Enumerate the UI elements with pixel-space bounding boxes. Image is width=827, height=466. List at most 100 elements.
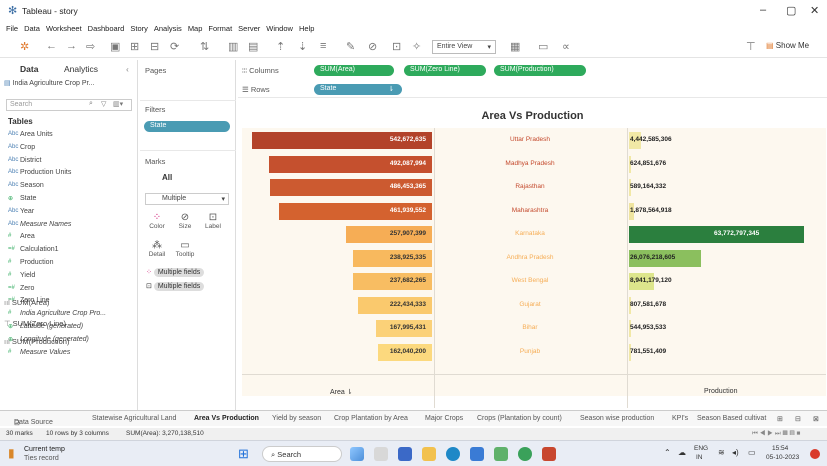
app-icon-edge[interactable] bbox=[446, 447, 460, 461]
chart-icon[interactable]: ▥ bbox=[228, 40, 238, 53]
state-label[interactable]: Rajasthan bbox=[435, 183, 625, 190]
field-item[interactable]: Abc Production Units bbox=[8, 169, 136, 182]
datasource-item[interactable]: ▤ India Agriculture Crop Pr... bbox=[4, 79, 136, 93]
field-item[interactable]: # Area bbox=[8, 233, 136, 246]
app-icon-teams[interactable] bbox=[398, 447, 412, 461]
tab-crops-count[interactable]: Crops (Plantation by count) bbox=[477, 415, 562, 422]
group-icon[interactable]: ▤ bbox=[248, 40, 258, 53]
volume-icon[interactable]: ◂) bbox=[732, 448, 739, 457]
windows-start-icon[interactable]: ⊞ bbox=[238, 446, 249, 462]
tab-kpis[interactable]: KPI's bbox=[672, 415, 688, 422]
field-item[interactable]: =# Calculation1 bbox=[8, 246, 136, 259]
search-input[interactable]: Search ⌕ ▽ ▥▾ bbox=[6, 99, 132, 111]
field-item[interactable]: Abc Season bbox=[8, 182, 136, 195]
pagination-controls[interactable]: ⏮ ◀ ▶ ⏭ ▦ ▤ ■ bbox=[752, 430, 800, 438]
column-pill-zero-line[interactable]: SUM(Zero Line) bbox=[404, 65, 486, 76]
state-label[interactable]: Madhya Pradesh bbox=[435, 160, 625, 167]
field-item[interactable]: Abc District bbox=[8, 157, 136, 170]
menu-format[interactable]: Format bbox=[208, 24, 232, 33]
column-pill-area[interactable]: SUM(Area) bbox=[314, 65, 394, 76]
menu-story[interactable]: Story bbox=[130, 24, 148, 33]
sort-icon[interactable]: ≡ bbox=[320, 40, 326, 52]
cloud-icon[interactable]: ☁ bbox=[678, 448, 686, 457]
new-sheet-icon[interactable]: ⊞ bbox=[130, 40, 139, 53]
sort-asc-icon[interactable]: ⇡ bbox=[276, 40, 285, 53]
show-me-button[interactable]: ▤ Show Me bbox=[766, 41, 809, 50]
filter-icon[interactable]: ▽ bbox=[101, 100, 106, 108]
field-item[interactable]: # Production bbox=[8, 259, 136, 272]
wifi-icon[interactable]: ≋ bbox=[718, 448, 725, 457]
detail-button[interactable]: ⁂ Detail bbox=[146, 240, 168, 258]
state-label[interactable]: Punjab bbox=[435, 348, 625, 355]
pin-panel-icon[interactable]: ⊤ bbox=[746, 40, 756, 53]
state-label[interactable]: Karnataka bbox=[435, 230, 625, 237]
new-worksheet-icon[interactable]: ⊞ bbox=[777, 415, 783, 423]
tab-season-cultivation[interactable]: Season Based cultivat bbox=[697, 415, 766, 422]
marks-all-tab[interactable]: All bbox=[162, 173, 172, 182]
minimize-button[interactable]: – bbox=[760, 4, 766, 16]
weather-icon[interactable]: ▮ bbox=[8, 446, 15, 460]
marks-color-field[interactable]: ⁘ Multiple fields bbox=[146, 268, 205, 277]
state-label[interactable]: Uttar Pradesh bbox=[435, 136, 625, 143]
x-axis-label-area[interactable]: Area ⇂ bbox=[330, 388, 353, 396]
app-icon-chrome[interactable] bbox=[518, 447, 532, 461]
view-options-icon[interactable]: ▥▾ bbox=[113, 100, 123, 108]
menu-worksheet[interactable]: Worksheet bbox=[46, 24, 82, 33]
state-label[interactable]: Maharashtra bbox=[435, 207, 625, 214]
fix-axes-icon[interactable]: ✧ bbox=[412, 40, 421, 53]
marks-row-area[interactable]: ııl SUM(Area) bbox=[4, 298, 92, 312]
tab-area-vs-production[interactable]: Area Vs Production bbox=[194, 415, 259, 422]
new-story-icon[interactable]: ⊠ bbox=[813, 415, 819, 423]
presentation-icon[interactable]: ▦ bbox=[510, 40, 520, 53]
app-icon-store[interactable] bbox=[470, 447, 484, 461]
column-pill-production[interactable]: SUM(Production) bbox=[494, 65, 586, 76]
field-item[interactable]: Abc Year bbox=[8, 208, 136, 221]
menu-data[interactable]: Data bbox=[24, 24, 40, 33]
menu-map[interactable]: Map bbox=[188, 24, 203, 33]
tab-major-crops[interactable]: Major Crops bbox=[425, 415, 463, 422]
battery-icon[interactable]: ▭ bbox=[748, 448, 756, 457]
size-button[interactable]: ⊘ Size bbox=[174, 212, 196, 230]
app-icon-paint[interactable] bbox=[350, 447, 364, 461]
collapse-pane-icon[interactable]: ‹ bbox=[126, 64, 129, 74]
close-button[interactable]: ✕ bbox=[810, 4, 819, 17]
field-item[interactable]: =# Zero bbox=[8, 285, 136, 298]
state-label[interactable]: Andhra Pradesh bbox=[435, 254, 625, 261]
row-pill-state[interactable]: State ⇂ bbox=[314, 84, 402, 95]
tooltip-button[interactable]: ▭ Tooltip bbox=[174, 240, 196, 258]
marks-row-production[interactable]: ııl SUM(Production) bbox=[4, 337, 92, 351]
app-icon-excel[interactable] bbox=[494, 447, 508, 461]
app-icon-file-explorer[interactable] bbox=[422, 447, 436, 461]
highlight-icon[interactable]: ✎ bbox=[346, 40, 355, 53]
app-icon-tableau[interactable] bbox=[542, 447, 556, 461]
color-button[interactable]: ⁘ Color bbox=[146, 212, 168, 230]
menu-window[interactable]: Window bbox=[266, 24, 293, 33]
show-hidden-icons-icon[interactable]: ⌃ bbox=[664, 448, 671, 457]
duplicate-sheet-icon[interactable]: ⊟ bbox=[150, 40, 159, 53]
filter-pill-state[interactable]: State bbox=[144, 121, 230, 132]
label-icon[interactable]: ⊡ bbox=[392, 40, 401, 53]
notification-badge-icon[interactable] bbox=[810, 449, 820, 459]
taskbar-search[interactable]: ⌕ Search bbox=[262, 446, 342, 462]
tab-data[interactable]: Data bbox=[20, 64, 38, 74]
undo-icon[interactable]: ← bbox=[46, 40, 57, 52]
tab-analytics[interactable]: Analytics bbox=[64, 64, 98, 74]
menu-dashboard[interactable]: Dashboard bbox=[88, 24, 125, 33]
mark-type-dropdown[interactable]: Multiple ▾ bbox=[145, 193, 229, 205]
weather-label[interactable]: Current temp bbox=[24, 446, 65, 453]
maximize-button[interactable]: ▢ bbox=[786, 4, 796, 17]
menu-help[interactable]: Help bbox=[299, 24, 314, 33]
clock-time[interactable]: 15:54 bbox=[772, 445, 788, 452]
menu-file[interactable]: File bbox=[6, 24, 18, 33]
menu-analysis[interactable]: Analysis bbox=[154, 24, 182, 33]
save-icon[interactable]: ▣ bbox=[110, 40, 120, 53]
swap-icon[interactable]: ⇅ bbox=[200, 40, 209, 53]
label-button[interactable]: ⊡ Label bbox=[202, 212, 224, 230]
tableau-home-icon[interactable]: ✲ bbox=[20, 40, 29, 53]
state-label[interactable]: West Bengal bbox=[435, 277, 625, 284]
tab-statewise[interactable]: Statewise Agricultural Land bbox=[92, 415, 176, 422]
tab-season-production[interactable]: Season wise production bbox=[580, 415, 654, 422]
marks-row-zero-line[interactable]: ⊤ SUM(Zero Line) bbox=[4, 319, 92, 333]
state-label[interactable]: Gujarat bbox=[435, 301, 625, 308]
field-item[interactable]: Abc Area Units bbox=[8, 131, 136, 144]
